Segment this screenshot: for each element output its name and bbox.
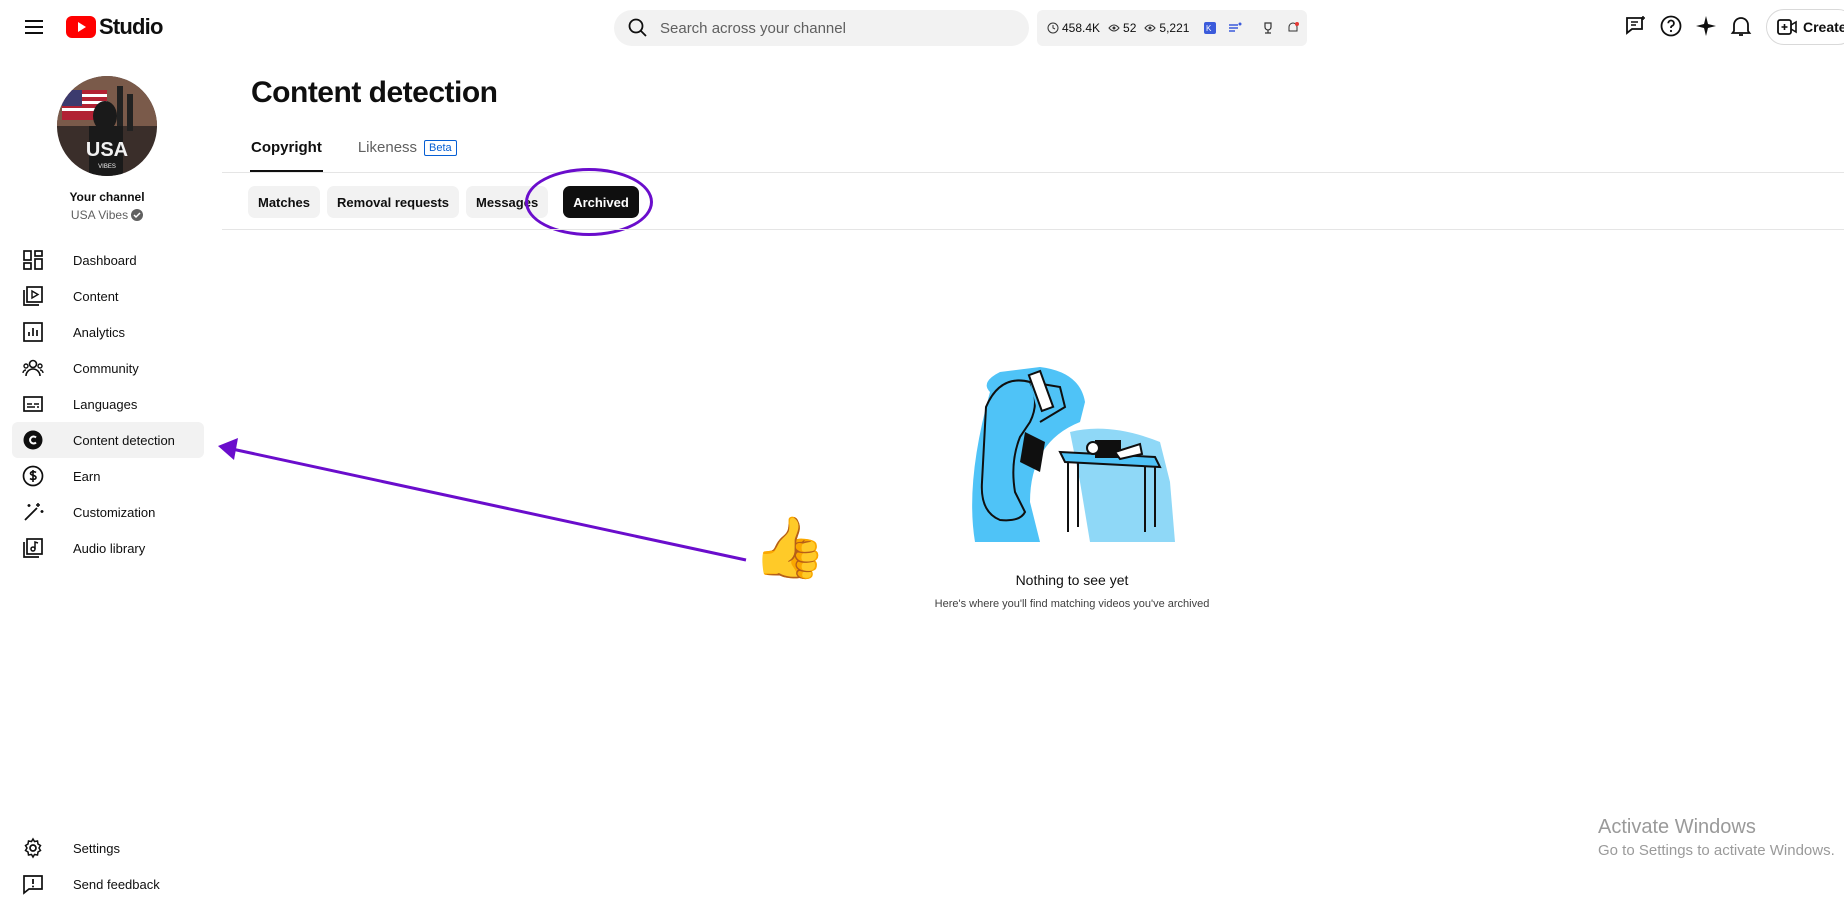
sidebar-item-label: Earn	[73, 468, 101, 484]
chip-removal-requests[interactable]: Removal requests	[327, 186, 460, 218]
empty-state-title: Nothing to see yet	[1015, 572, 1129, 588]
alert-bell-icon[interactable]	[1286, 21, 1303, 35]
content-detection-tabs: Copyright Likeness Beta	[250, 139, 457, 173]
sidebar-item-earn[interactable]: Earn	[12, 458, 204, 494]
audio-library-icon	[23, 538, 43, 558]
video-plus-icon	[1777, 19, 1797, 35]
annotation-arrow	[218, 438, 747, 562]
sidebar-item-community[interactable]: Community	[12, 350, 204, 386]
sidebar-item-languages[interactable]: Languages	[12, 386, 204, 422]
magic-wand-icon	[24, 503, 44, 521]
empty-state-illustration	[970, 362, 1175, 552]
chips-divider	[222, 229, 1844, 230]
svg-text:K: K	[1206, 24, 1212, 33]
analytics-icon	[23, 322, 43, 342]
watch-time-value: 458.4K	[1062, 21, 1101, 35]
sidebar-item-label: Settings	[73, 840, 120, 856]
help-icon[interactable]	[1659, 14, 1685, 40]
svg-text:USA: USA	[86, 139, 128, 161]
eye-icon	[1108, 24, 1120, 32]
extension-icon[interactable]: K	[1203, 21, 1220, 35]
empty-state-subtitle: Here's where you'll find matching videos…	[934, 598, 1210, 610]
sidebar-item-label: Customization	[73, 504, 156, 520]
clock-icon	[1047, 22, 1059, 34]
captions-feedback-icon[interactable]	[1624, 14, 1650, 40]
views-value: 5,221	[1159, 21, 1190, 35]
search-input[interactable]	[660, 19, 990, 37]
sidebar: USA VIBES Your channel USA Vibes Dashboa…	[0, 56, 222, 903]
verified-check-icon	[131, 209, 144, 221]
tab-label: Likeness	[357, 139, 418, 156]
gear-icon	[24, 837, 42, 859]
sidebar-item-label: Content detection	[73, 432, 175, 448]
chip-matches[interactable]: Matches	[248, 186, 321, 218]
tab-label: Copyright	[251, 139, 322, 156]
activate-windows-title: Activate Windows	[1598, 816, 1756, 838]
tab-likeness[interactable]: Likeness Beta	[358, 139, 457, 173]
sidebar-item-content[interactable]: Content	[12, 278, 204, 314]
annotation-circle	[525, 168, 653, 236]
community-icon	[22, 359, 44, 377]
thumbs-up-emoji: 👍	[752, 514, 827, 581]
sidebar-item-label: Send feedback	[73, 876, 160, 892]
feedback-icon	[23, 875, 43, 895]
queue-icon[interactable]	[1228, 21, 1245, 35]
chip-label: Removal requests	[337, 194, 450, 210]
svg-text:VIBES: VIBES	[98, 164, 116, 170]
sidebar-item-label: Languages	[73, 396, 138, 412]
search-bar[interactable]	[614, 10, 1029, 46]
page-title: Content detection	[251, 76, 498, 109]
chip-label: Matches	[258, 194, 311, 210]
tabs-divider	[222, 172, 1844, 173]
content-icon	[23, 286, 43, 306]
channel-avatar[interactable]: USA VIBES	[57, 76, 157, 176]
logo-text: Studio	[99, 14, 163, 39]
your-channel-label: Your channel	[69, 190, 145, 204]
trophy-icon[interactable]	[1261, 21, 1278, 35]
studio-logo[interactable]: Studio	[66, 12, 163, 42]
languages-icon	[23, 396, 43, 412]
sidebar-item-label: Analytics	[73, 324, 126, 340]
sidebar-item-analytics[interactable]: Analytics	[12, 314, 204, 350]
youtube-logo-icon	[66, 16, 96, 38]
small-views-value: 52	[1123, 21, 1137, 35]
hamburger-menu-icon[interactable]	[22, 15, 46, 39]
channel-name-text: USA Vibes	[70, 208, 129, 222]
sidebar-item-label: Dashboard	[73, 252, 137, 268]
activate-windows-subtitle: Go to Settings to activate Windows.	[1598, 842, 1835, 859]
eye-icon	[1144, 24, 1157, 32]
search-icon[interactable]	[628, 18, 648, 38]
sidebar-item-label: Audio library	[73, 540, 146, 556]
sidebar-item-label: Content	[73, 288, 119, 304]
dashboard-icon	[23, 250, 43, 270]
dollar-icon	[22, 465, 44, 487]
beta-badge: Beta	[424, 140, 457, 156]
create-button[interactable]: Create	[1766, 9, 1844, 45]
sparkle-icon[interactable]	[1694, 14, 1720, 40]
channel-stats-bar[interactable]: 458.4K 52 5,221 K	[1037, 10, 1307, 46]
sidebar-item-content-detection[interactable]: Content detection	[12, 422, 204, 458]
copyright-icon	[23, 430, 43, 450]
tab-copyright[interactable]: Copyright	[250, 139, 323, 173]
sidebar-item-customization[interactable]: Customization	[12, 494, 204, 530]
sidebar-item-send-feedback[interactable]: Send feedback	[12, 866, 204, 902]
sidebar-item-settings[interactable]: Settings	[12, 830, 204, 866]
notifications-bell-icon[interactable]	[1729, 14, 1755, 40]
channel-name: USA Vibes	[0, 208, 214, 222]
sidebar-item-dashboard[interactable]: Dashboard	[12, 242, 204, 278]
top-bar: Studio 458.4K 52 5,221 K	[0, 0, 1844, 56]
views-stat: 5,221	[1144, 21, 1189, 35]
create-label: Create	[1803, 19, 1844, 35]
small-views-stat: 52	[1108, 21, 1136, 35]
watch-time-stat: 458.4K	[1047, 21, 1100, 35]
sidebar-item-audio-library[interactable]: Audio library	[12, 530, 204, 566]
sidebar-item-label: Community	[73, 360, 139, 376]
